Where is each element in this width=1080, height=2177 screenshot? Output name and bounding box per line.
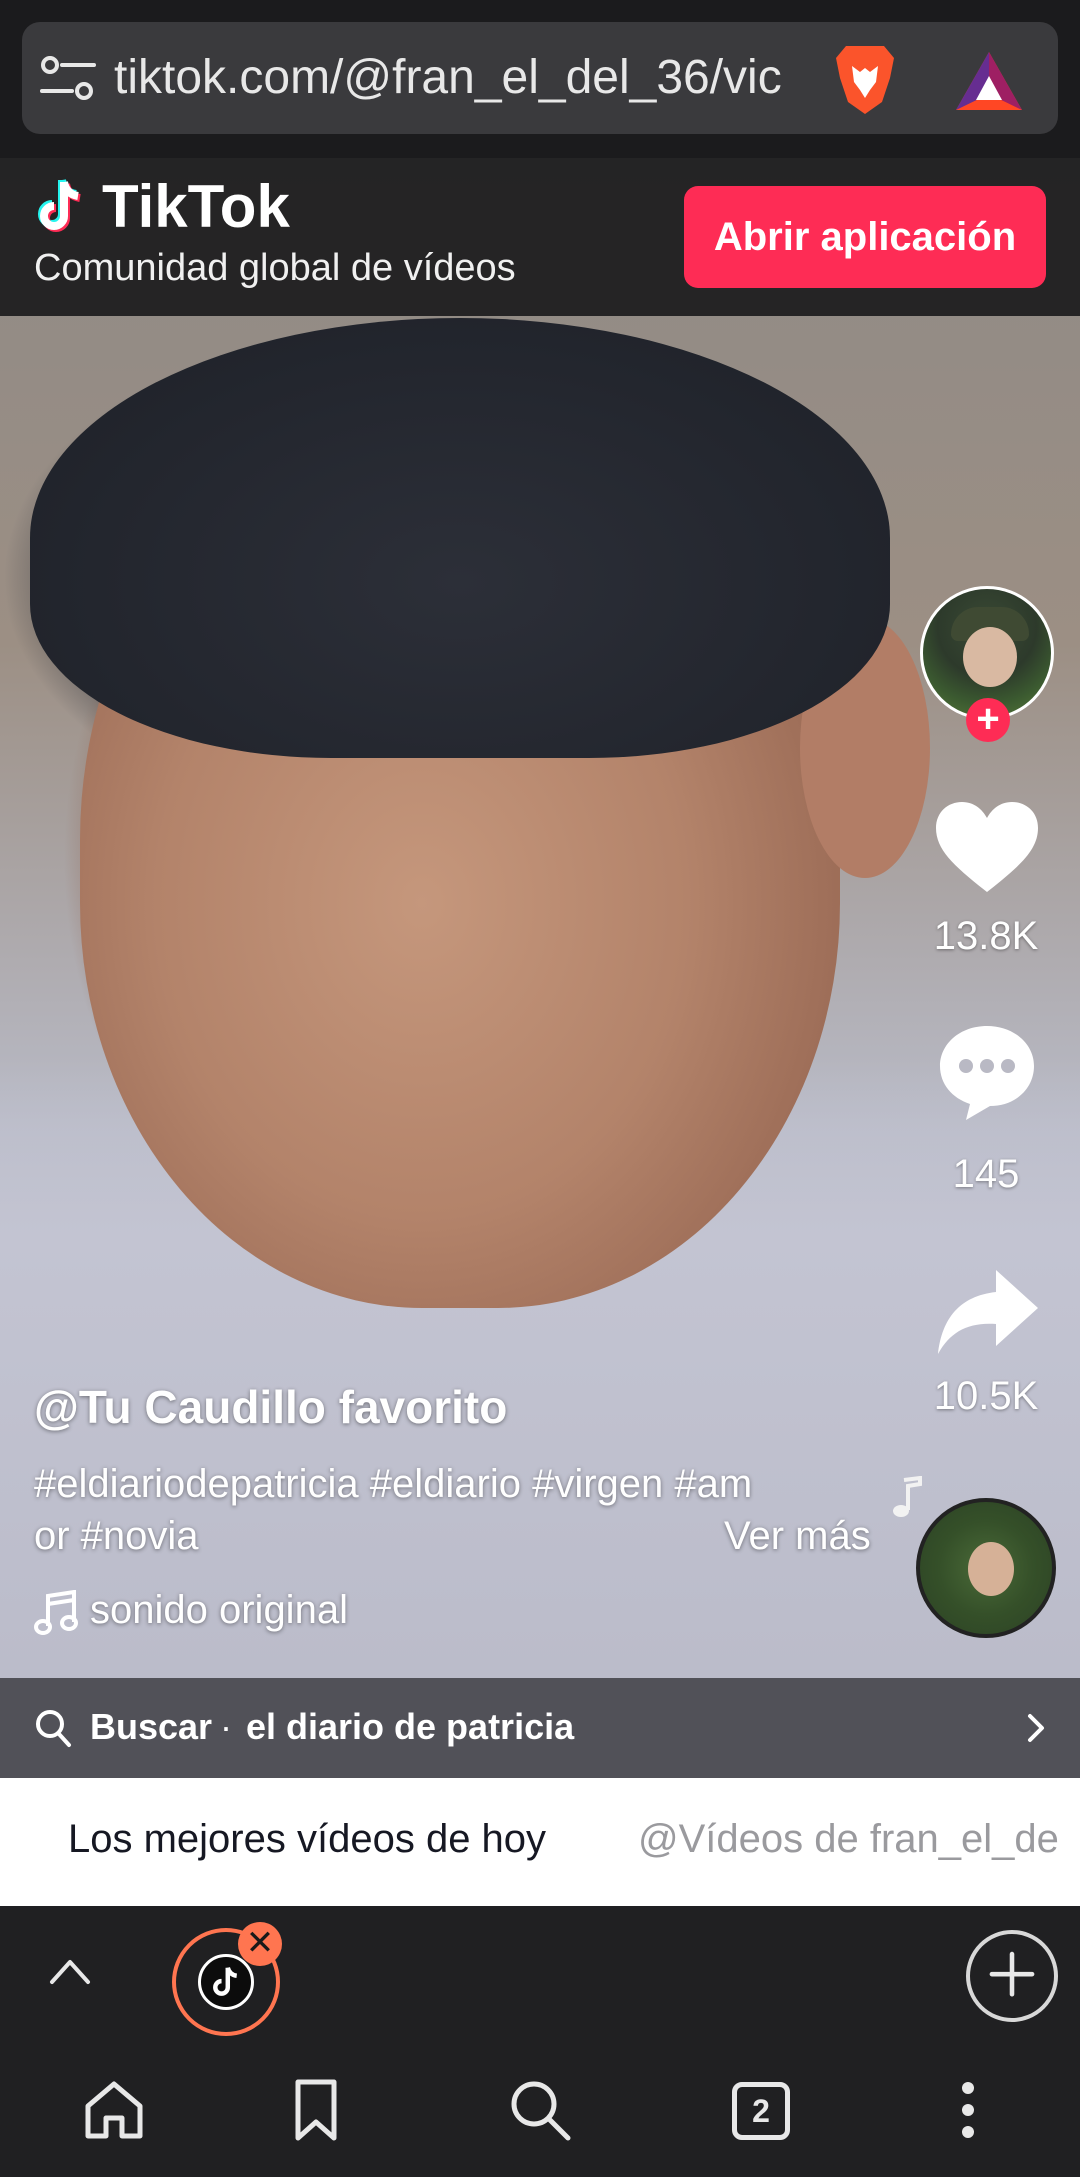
chevron-up-icon[interactable] [48, 1950, 92, 1994]
search-icon [36, 1710, 71, 1747]
comment-count: 145 [952, 1152, 1020, 1196]
close-tab-icon[interactable]: ✕ [238, 1922, 282, 1966]
tab-count: 2 [752, 2093, 770, 2129]
share-count: 10.5K [933, 1374, 1039, 1418]
see-more-link[interactable]: Ver más [724, 1510, 871, 1562]
tab-top-videos[interactable]: Los mejores vídeos de hoy [68, 1812, 546, 1866]
post-caption-line1: #eldiariodepatricia #eldiario #virgen #a… [34, 1462, 753, 1506]
related-search-bar[interactable]: Buscar · el diario de patricia [0, 1678, 1080, 1778]
tabs-counter-button[interactable]: 2 [732, 2082, 790, 2140]
share-arrow-icon[interactable] [936, 1268, 1040, 1356]
url-text[interactable]: tiktok.com/@fran_el_del_36/vic [114, 48, 826, 108]
address-bar[interactable]: tiktok.com/@fran_el_del_36/vic [22, 22, 1058, 134]
music-disc[interactable] [916, 1498, 1056, 1638]
home-icon[interactable] [82, 2078, 146, 2142]
search-label: Buscar [90, 1706, 213, 1747]
like-count: 13.8K [933, 914, 1039, 958]
tiktok-tagline: Comunidad global de vídeos [34, 247, 516, 289]
tiktok-header: TikTok Comunidad global de vídeos Abrir … [0, 158, 1080, 316]
tab-user-videos[interactable]: @Vídeos de fran_el_de [638, 1812, 1059, 1866]
video-frame-hair [30, 318, 890, 758]
search-nav-icon[interactable] [508, 2078, 572, 2142]
screen: tiktok.com/@fran_el_del_36/vic TikTok Co… [0, 0, 1080, 2177]
tiktok-favicon-icon [198, 1954, 254, 2010]
follow-plus-icon[interactable]: + [966, 698, 1010, 742]
browser-toolbar: tiktok.com/@fran_el_del_36/vic [0, 0, 1080, 158]
new-tab-plus-icon[interactable] [966, 1930, 1058, 2022]
bookmark-icon[interactable] [284, 2078, 348, 2142]
post-author[interactable]: @Tu Caudillo favorito [34, 1380, 507, 1434]
music-disc-face [968, 1542, 1014, 1596]
search-separator: · [220, 1706, 232, 1747]
floating-music-note-icon [893, 1476, 922, 1517]
chevron-right-icon [1028, 1714, 1044, 1742]
content-tabs-strip: Los mejores vídeos de hoy @Vídeos de fra… [0, 1778, 1080, 1906]
bat-triangle-icon[interactable] [954, 50, 1024, 112]
browser-bottom-navbar: 2 [0, 2042, 1080, 2177]
kebab-menu-icon[interactable] [936, 2078, 1000, 2142]
heart-icon[interactable] [934, 800, 1040, 896]
chat-bubble-icon[interactable] [936, 1022, 1038, 1122]
sound-name[interactable]: sonido original [90, 1584, 348, 1636]
post-caption-line2: or #novia [34, 1514, 199, 1558]
tiktok-logo-text: TikTok [102, 173, 290, 240]
brave-lion-icon[interactable] [832, 42, 898, 116]
avatar-face [963, 627, 1017, 687]
music-note-icon [34, 1590, 78, 1635]
tiktok-logo-icon [38, 179, 81, 232]
browser-tab-strip: ✕ [0, 1906, 1080, 2042]
sliders-icon[interactable] [40, 54, 96, 102]
open-app-button[interactable]: Abrir aplicación [684, 186, 1046, 288]
search-query: el diario de patricia [246, 1706, 575, 1747]
